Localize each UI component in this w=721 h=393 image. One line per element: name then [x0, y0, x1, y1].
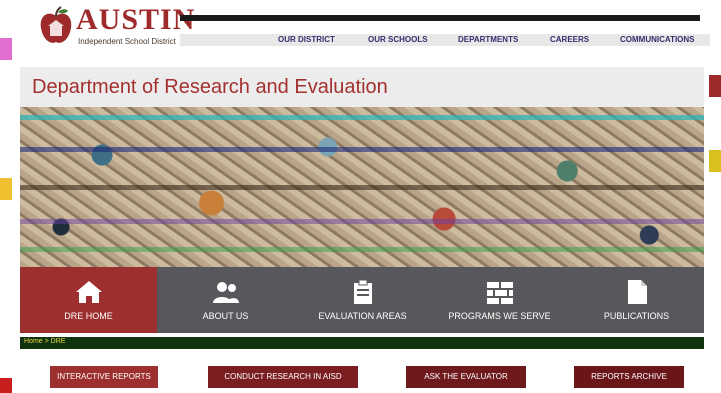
- nav-departments[interactable]: DEPARTMENTS: [458, 35, 518, 44]
- tile-dre-home[interactable]: DRE HOME: [20, 267, 157, 333]
- page-title: Department of Research and Evaluation: [32, 76, 388, 98]
- conduct-research-button[interactable]: CONDUCT RESEARCH IN AISD: [208, 366, 358, 388]
- reports-archive-button[interactable]: REPORTS ARCHIVE: [574, 366, 684, 388]
- top-navigation: OUR DISTRICT OUR SCHOOLS DEPARTMENTS CAR…: [180, 34, 710, 46]
- ask-the-evaluator-button[interactable]: ASK THE EVALUATOR: [406, 366, 526, 388]
- breadcrumb-text[interactable]: Home > DRE: [24, 338, 65, 345]
- tile-label: PROGRAMS WE SERVE: [448, 311, 551, 321]
- quick-link-buttons: INTERACTIVE REPORTS CONDUCT RESEARCH IN …: [50, 366, 700, 388]
- bricks-icon: [486, 282, 513, 304]
- tile-label: PUBLICATIONS: [603, 311, 670, 321]
- document-icon: [627, 280, 647, 304]
- tile-about-us[interactable]: ABOUT US: [157, 267, 294, 333]
- banner-glitch-band: [20, 147, 704, 152]
- nav-communications[interactable]: COMMUNICATIONS: [620, 35, 695, 44]
- nav-our-schools[interactable]: OUR SCHOOLS: [368, 35, 428, 44]
- interactive-reports-button[interactable]: INTERACTIVE REPORTS: [50, 366, 158, 388]
- banner-glitch-band: [20, 185, 704, 190]
- apple-logo-icon: [40, 6, 72, 43]
- site-header: AUSTIN Independent School District OUR D…: [0, 0, 721, 52]
- page-title-band: Department of Research and Evaluation: [20, 67, 704, 107]
- banner-glitch-band: [20, 247, 704, 252]
- tile-label: ABOUT US: [202, 311, 249, 321]
- left-edge-artifact: [0, 38, 12, 60]
- nav-our-district[interactable]: OUR DISTRICT: [278, 35, 335, 44]
- logo-subtitle: Independent School District: [78, 37, 176, 46]
- breadcrumb: Home > DRE: [20, 337, 704, 349]
- home-icon: [75, 281, 102, 303]
- tile-programs-we-serve[interactable]: PROGRAMS WE SERVE: [431, 267, 568, 333]
- tile-publications[interactable]: PUBLICATIONS: [568, 267, 705, 333]
- mosaic-banner-image: [20, 107, 704, 267]
- logo-wordmark: AUSTIN: [76, 3, 196, 36]
- tile-evaluation-areas[interactable]: EVALUATION AREAS: [294, 267, 431, 333]
- left-edge-artifact: [0, 178, 12, 200]
- nav-careers[interactable]: CAREERS: [550, 35, 589, 44]
- people-icon: [212, 282, 239, 303]
- left-edge-artifact: [0, 378, 12, 393]
- right-edge-artifact: [709, 150, 721, 172]
- tile-label: EVALUATION AREAS: [318, 311, 407, 321]
- right-edge-artifact: [709, 75, 721, 97]
- banner-glitch-band: [20, 219, 704, 224]
- clipboard-icon: [353, 279, 372, 304]
- tile-label: DRE HOME: [64, 311, 113, 321]
- header-utility-strip: [180, 15, 700, 21]
- district-logo[interactable]: AUSTIN Independent School District: [38, 4, 194, 48]
- banner-glitch-band: [20, 115, 704, 120]
- section-tile-menu: DRE HOME ABOUT US EVALUATION AREAS PROGR…: [20, 267, 704, 333]
